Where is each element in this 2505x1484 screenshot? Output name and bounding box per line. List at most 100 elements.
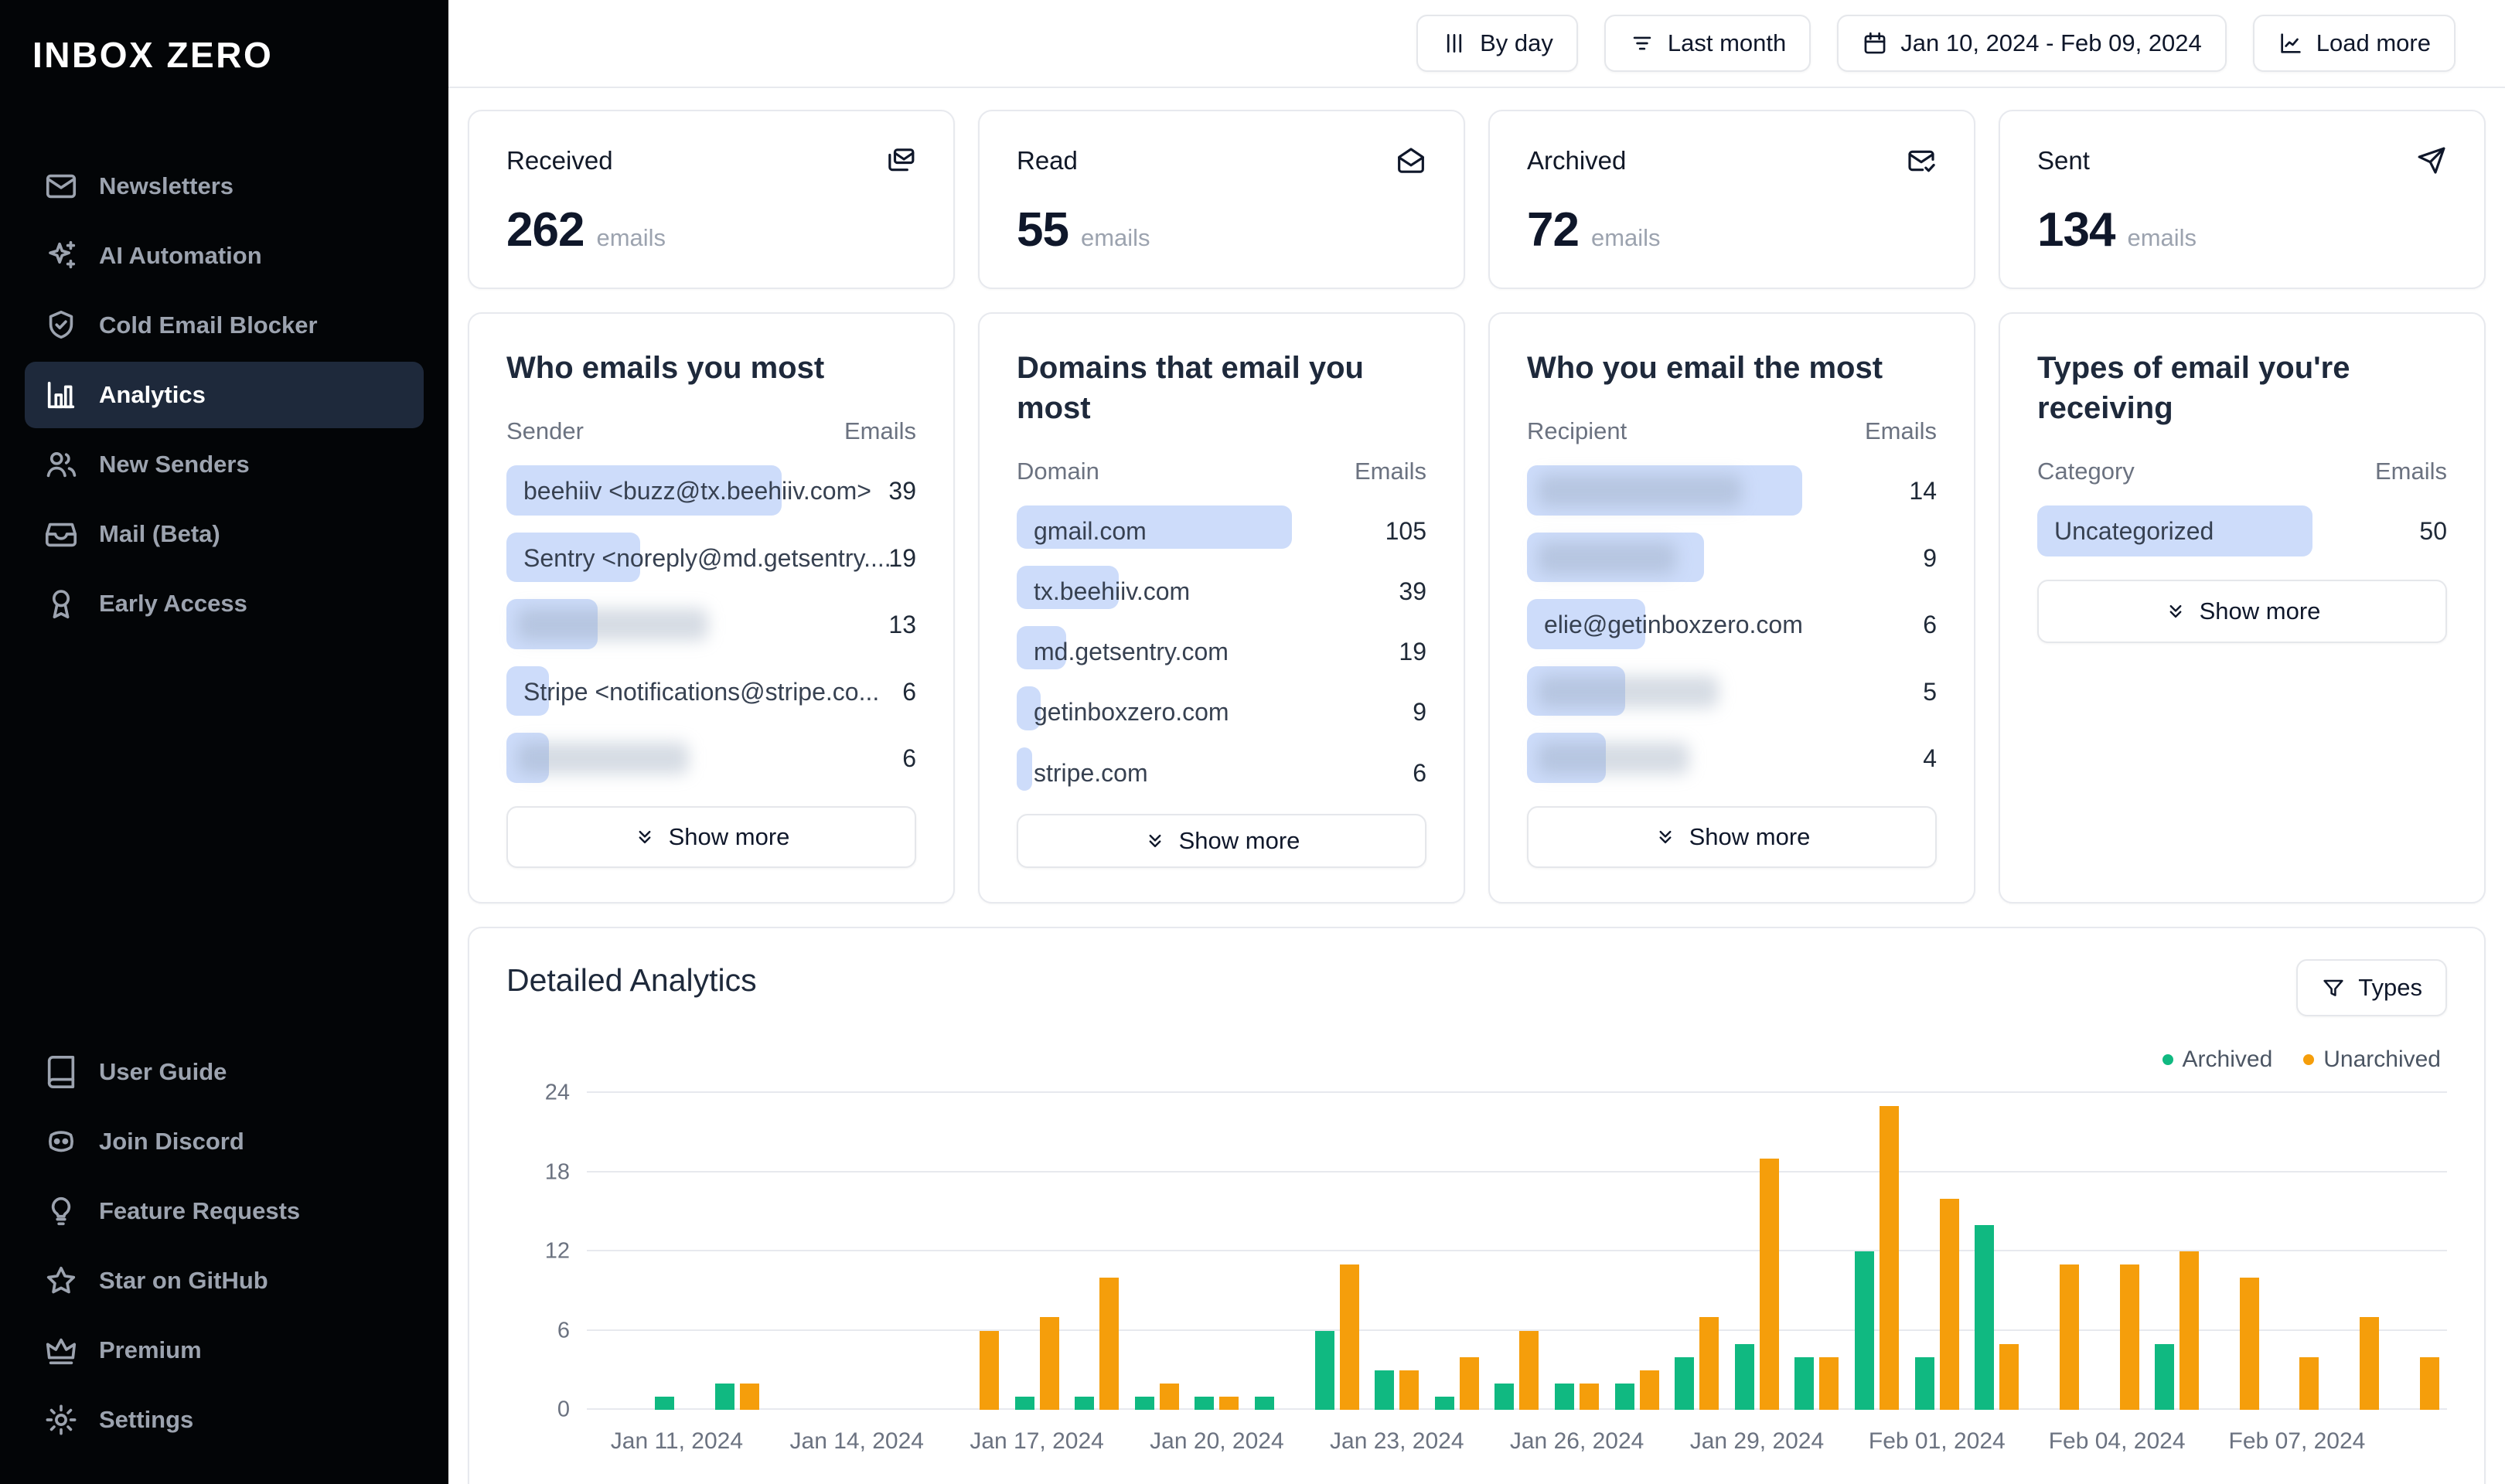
load-more-button[interactable]: Load more: [2252, 15, 2456, 72]
bar-archived: [1734, 1343, 1754, 1410]
app-root: INBOX ZERO Newsletters AI Automation Cold …: [0, 0, 2505, 1484]
row-value: 6: [902, 677, 916, 706]
bar-unarchived: [2239, 1278, 2259, 1410]
legend-label: Archived: [2182, 1047, 2273, 1072]
sidebar-item-label: Feature Requests: [99, 1197, 301, 1224]
last-month-button[interactable]: Last month: [1604, 15, 1811, 72]
sidebar-item-premium[interactable]: Premium: [25, 1317, 424, 1384]
row-value: 39: [1399, 577, 1426, 606]
show-more-button[interactable]: Show more: [1527, 805, 1937, 869]
sidebar: INBOX ZERO Newsletters AI Automation Cold …: [0, 0, 448, 1484]
sidebar-item-mail-beta[interactable]: Mail (Beta): [25, 501, 424, 567]
columns-icon: [1441, 30, 1467, 56]
stat-card-header: Received: [506, 145, 916, 176]
table-row: Sentry <noreply@md.getsentry.... 19: [506, 532, 916, 583]
day-group-feb-07-2024: [2267, 1093, 2327, 1410]
row-label: Sentry <noreply@md.getsentry....: [523, 543, 891, 572]
detailed-analytics-card: Detailed Analytics Types Archived Unarchi…: [468, 927, 2486, 1484]
show-more-label: Show more: [668, 822, 790, 850]
day-group-jan-21-2024: [1247, 1093, 1307, 1410]
day-group-jan-15-2024: [887, 1093, 947, 1410]
stat-value: 72 emails: [1527, 203, 1937, 257]
bar-unarchived: [1339, 1264, 1359, 1410]
show-more-button[interactable]: Show more: [2037, 580, 2447, 643]
stat-unit: emails: [1080, 224, 1150, 251]
main-area: By day Last month Jan 10, 2024 - Feb 09, 2…: [448, 0, 2505, 1484]
stat-card-read: Read 55 emails: [978, 110, 1465, 289]
stat-value: 262 emails: [506, 203, 916, 257]
table-row: Uncategorized 50: [2037, 505, 2447, 556]
row-bar-track: elie@getinboxzero.com: [1527, 599, 1856, 649]
topbar: By day Last month Jan 10, 2024 - Feb 09, 2…: [448, 0, 2505, 88]
bar-archived: [1555, 1383, 1575, 1410]
table-row: 4: [1527, 733, 1937, 783]
bar-archived: [1434, 1396, 1454, 1410]
types-filter-button[interactable]: Types: [2296, 959, 2447, 1016]
bar-unarchived: [1880, 1106, 1900, 1410]
sidebar-item-settings[interactable]: Settings: [25, 1387, 424, 1453]
row-bar-track: [1527, 733, 1856, 783]
day-group-jan-16-2024: [947, 1093, 1007, 1410]
chevrons-down-icon: [1654, 825, 1677, 849]
bar-archived: [2155, 1343, 2175, 1410]
chart-plot-area: Jan 11, 2024 Jan 14, 2024 Jan 17, 2024 Jan …: [587, 1091, 2447, 1475]
sidebar-item-label: AI Automation: [99, 242, 262, 269]
row-bar-track: [1527, 665, 1856, 716]
sidebar-nav: Newsletters AI Automation Cold Email Block…: [25, 153, 424, 637]
sidebar-item-analytics[interactable]: Analytics: [25, 362, 424, 428]
legend-label: Unarchived: [2323, 1047, 2441, 1072]
chevrons-down-icon: [1143, 829, 1167, 853]
show-more-label: Show more: [1178, 826, 1300, 854]
bar-unarchived: [1999, 1343, 2019, 1410]
table-row: getinboxzero.com 9: [1017, 686, 1426, 730]
stat-card-archived: Archived 72 emails: [1488, 110, 1975, 289]
detailed-analytics-chart: 0 6 12 18 24 Jan 11, 2024 Jan 14, 2024 Jan 17, …: [506, 1081, 2447, 1475]
row-value: 14: [1909, 477, 1937, 505]
redacted-text: [517, 608, 709, 642]
stat-title: Archived: [1527, 146, 1627, 175]
sidebar-item-feature-requests[interactable]: Feature Requests: [25, 1178, 424, 1244]
stat-number: 262: [506, 203, 584, 257]
sidebar-item-early-access[interactable]: Early Access: [25, 570, 424, 637]
x-tick-label: Jan 17, 2024: [970, 1428, 1104, 1454]
row-bar-track: Stripe <notifications@stripe.co...: [506, 665, 879, 716]
bar-unarchived: [1159, 1383, 1179, 1410]
row-label: stripe.com: [1034, 758, 1148, 787]
filter-lines-icon: [1629, 30, 1655, 56]
bar-archived: [654, 1396, 674, 1410]
table-row: stripe.com 6: [1017, 747, 1426, 791]
y-tick-label: 18: [544, 1159, 570, 1184]
sidebar-item-new-senders[interactable]: New Senders: [25, 431, 424, 498]
bar-unarchived: [979, 1330, 999, 1410]
bar-archived: [1675, 1356, 1695, 1410]
jan-10-2024-feb-09-2024-button[interactable]: Jan 10, 2024 - Feb 09, 2024: [1837, 15, 2227, 72]
bar-unarchived: [1759, 1159, 1779, 1410]
bar-chart-icon: [43, 377, 79, 413]
row-value: 39: [888, 477, 916, 505]
sidebar-item-ai-automation[interactable]: AI Automation: [25, 223, 424, 289]
bar-unarchived: [2119, 1264, 2139, 1410]
redacted-text: [517, 742, 689, 775]
sidebar-item-user-guide[interactable]: User Guide: [25, 1039, 424, 1105]
table-row: 9: [1527, 532, 1937, 583]
show-more-button[interactable]: Show more: [506, 805, 916, 869]
sidebar-item-label: Settings: [99, 1406, 194, 1433]
sidebar-item-star-on-github[interactable]: Star on GitHub: [25, 1247, 424, 1314]
chart-legend: Archived Unarchived: [506, 1047, 2447, 1073]
show-more-button[interactable]: Show more: [1017, 813, 1426, 868]
mail-check-icon: [1906, 145, 1937, 176]
stat-card-received: Received 262 emails: [468, 110, 955, 289]
row-value: 19: [888, 543, 916, 572]
bar-unarchived: [1219, 1396, 1239, 1410]
sidebar-item-label: Cold Email Blocker: [99, 311, 318, 339]
by-day-button[interactable]: By day: [1416, 15, 1578, 72]
x-tick-label: Jan 14, 2024: [789, 1428, 924, 1454]
sidebar-item-newsletters[interactable]: Newsletters: [25, 153, 424, 220]
sidebar-item-cold-email-blocker[interactable]: Cold Email Blocker: [25, 292, 424, 359]
row-value: 4: [1923, 744, 1937, 773]
day-group-jan-24-2024: [1427, 1093, 1488, 1410]
sidebar-item-join-discord[interactable]: Join Discord: [25, 1108, 424, 1175]
column-header: Domain: [1017, 458, 1099, 485]
row-bar-track: getinboxzero.com: [1017, 686, 1346, 730]
bar-unarchived: [1639, 1370, 1659, 1410]
